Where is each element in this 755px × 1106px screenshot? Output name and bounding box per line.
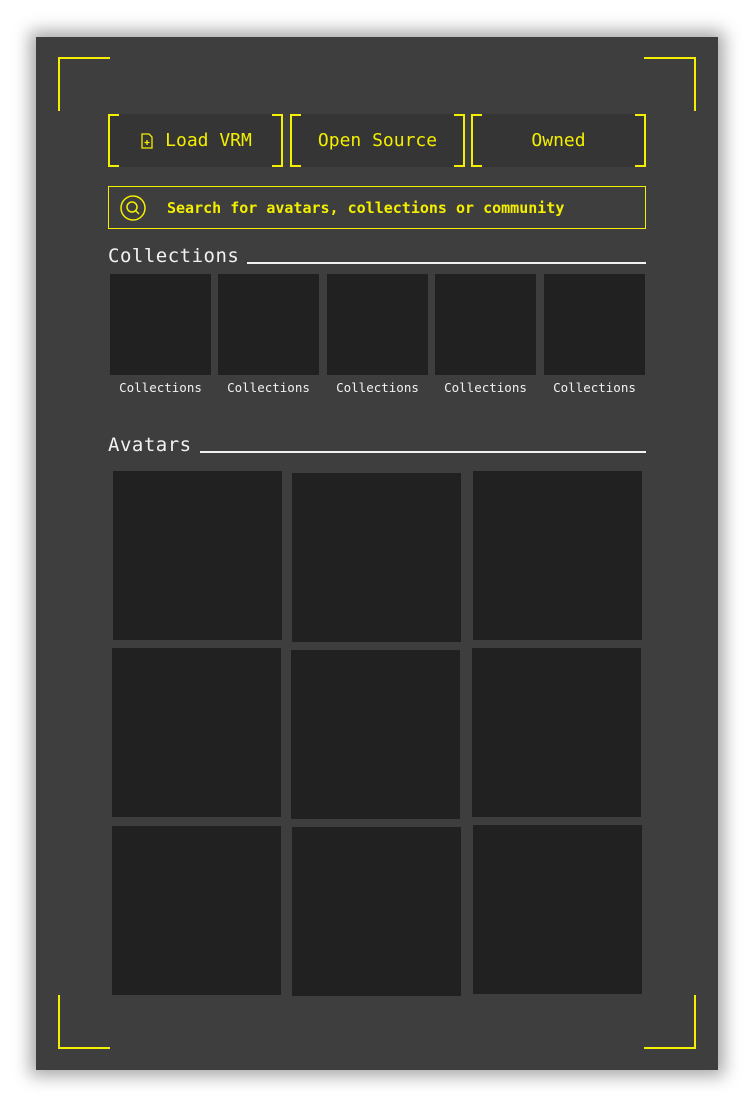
collection-thumbnail: [544, 274, 645, 375]
collection-thumbnail: [110, 274, 211, 375]
collection-thumbnail: [218, 274, 319, 375]
collection-item[interactable]: Collections: [110, 274, 211, 395]
collection-item[interactable]: Collections: [435, 274, 536, 395]
open-source-tab[interactable]: Open Source: [290, 114, 465, 167]
open-source-label: Open Source: [317, 130, 438, 151]
corner-bracket-top-right: [644, 57, 696, 111]
search-placeholder: Search for avatars, collections or commu…: [167, 198, 565, 217]
owned-tab[interactable]: Owned: [471, 114, 646, 167]
collection-item[interactable]: Collections: [327, 274, 428, 395]
avatar-card[interactable]: [291, 650, 460, 819]
avatar-card[interactable]: [473, 825, 642, 994]
divider: [199, 451, 646, 453]
collection-item[interactable]: Collections: [544, 274, 645, 395]
owned-label: Owned: [531, 130, 586, 151]
collection-caption: Collections: [444, 380, 527, 395]
corner-bracket-top-left: [58, 57, 110, 111]
collection-caption: Collections: [227, 380, 310, 395]
load-vrm-button[interactable]: Load VRM: [108, 114, 283, 167]
corner-bracket-bottom-right: [644, 995, 696, 1049]
corner-bracket-bottom-left: [58, 995, 110, 1049]
avatars-header: Avatars: [108, 434, 646, 456]
collection-item[interactable]: Collections: [218, 274, 319, 395]
avatar-card[interactable]: [113, 471, 282, 640]
load-vrm-label: Load VRM: [165, 130, 252, 151]
search-icon: [120, 194, 146, 221]
avatar-card[interactable]: [112, 648, 281, 817]
avatar-card[interactable]: [292, 827, 461, 996]
avatars-title: Avatars: [108, 434, 192, 456]
divider: [247, 262, 646, 264]
avatar-browser-panel: Load VRM Open Source Owned Search for av…: [36, 37, 718, 1070]
avatar-card[interactable]: [112, 826, 281, 995]
avatar-card[interactable]: [473, 471, 642, 640]
collection-thumbnail: [435, 274, 536, 375]
collection-caption: Collections: [553, 380, 636, 395]
collection-caption: Collections: [119, 380, 202, 395]
collections-header: Collections: [108, 245, 646, 267]
file-plus-icon: [141, 132, 153, 149]
avatar-card[interactable]: [292, 473, 461, 642]
search-input[interactable]: Search for avatars, collections or commu…: [108, 186, 646, 229]
collection-caption: Collections: [336, 380, 419, 395]
collection-thumbnail: [327, 274, 428, 375]
collections-title: Collections: [108, 245, 240, 267]
avatar-card[interactable]: [472, 648, 641, 817]
